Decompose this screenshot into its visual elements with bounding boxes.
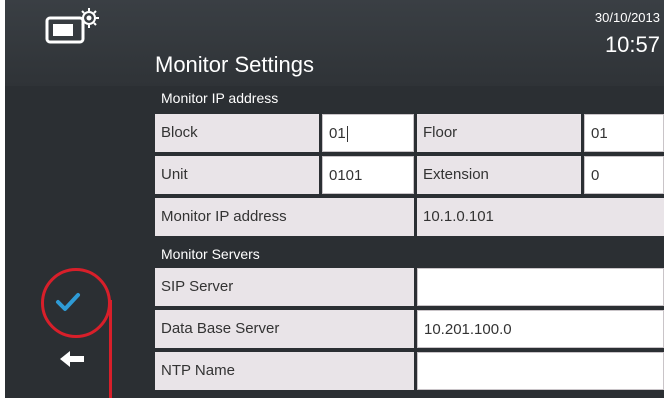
- section-header-monitor-ip: Monitor IP address: [155, 88, 664, 108]
- floor-label: Floor: [417, 114, 581, 152]
- ntp-name-field[interactable]: [417, 352, 664, 390]
- monitor-settings-icon[interactable]: [45, 6, 135, 46]
- extension-label: Extension: [417, 156, 581, 194]
- sip-server-label: SIP Server: [155, 268, 414, 306]
- highlight-pointer-line: [109, 300, 112, 398]
- block-field[interactable]: 01: [322, 114, 414, 152]
- database-server-field[interactable]: 10.201.100.0: [417, 310, 664, 348]
- monitor-screen: Monitor Settings 30/10/2013 10:57 Monito…: [5, 0, 664, 398]
- text-cursor: [346, 126, 348, 143]
- section-header-monitor-servers: Monitor Servers: [155, 244, 664, 264]
- header-bar: Monitor Settings 30/10/2013 10:57: [5, 0, 664, 86]
- back-arrow-icon[interactable]: [60, 350, 84, 368]
- highlight-circle: [41, 268, 111, 338]
- sidebar: [5, 86, 149, 398]
- ntp-name-label: NTP Name: [155, 352, 414, 390]
- block-label: Block: [155, 114, 319, 152]
- time-label: 10:57: [604, 32, 660, 57]
- monitor-ip-label: Monitor IP address: [155, 198, 414, 236]
- unit-label: Unit: [155, 156, 319, 194]
- floor-field[interactable]: 01: [584, 114, 664, 152]
- sip-server-field[interactable]: [417, 268, 664, 306]
- date-label: 30/10/2013: [594, 10, 660, 25]
- extension-field[interactable]: 0: [584, 156, 664, 194]
- page-title: Monitor Settings: [155, 52, 314, 77]
- unit-field[interactable]: 0101: [322, 156, 414, 194]
- monitor-ip-value: 10.1.0.101: [417, 198, 664, 236]
- block-value: 01: [329, 125, 346, 142]
- database-server-label: Data Base Server: [155, 310, 414, 348]
